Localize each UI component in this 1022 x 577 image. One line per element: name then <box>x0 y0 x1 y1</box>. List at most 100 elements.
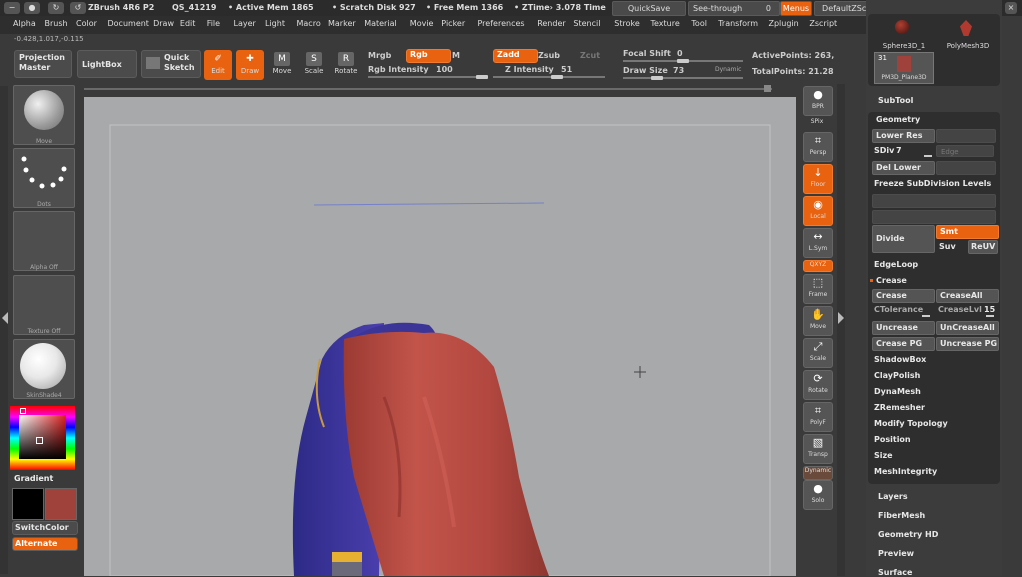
canvas-resize-handle[interactable] <box>764 85 771 92</box>
fibermesh-section[interactable]: FiberMesh <box>878 511 925 520</box>
minimize-button[interactable]: − <box>4 2 20 14</box>
uncrease-button[interactable]: Uncrease <box>872 321 935 335</box>
tool-thumb-plane[interactable]: 31 PM3D_Plane3D <box>874 52 934 84</box>
size-section[interactable]: Size <box>874 451 893 460</box>
expand-tray-icon[interactable] <box>2 312 8 324</box>
collapse-tray-icon[interactable] <box>838 312 844 324</box>
right-tray-handle[interactable] <box>837 84 845 576</box>
convert-bpr-button[interactable] <box>872 210 996 224</box>
menu-texture[interactable]: Texture <box>651 19 680 28</box>
scale-tool-button[interactable]: S Scale <box>300 50 328 80</box>
menu-stencil[interactable]: Stencil <box>573 19 600 28</box>
canvas-scrollbar[interactable] <box>84 88 772 90</box>
zadd-button[interactable]: Zadd <box>493 49 538 63</box>
spix-view-button[interactable]: SPix <box>803 118 831 130</box>
redo-button[interactable]: ↺ <box>70 2 86 14</box>
see-through-slider[interactable]: See-through 0 <box>688 1 780 16</box>
local-view-button[interactable]: ◉ Local <box>803 196 833 226</box>
lightbox-button[interactable]: LightBox <box>77 50 137 78</box>
solo-view-button[interactable]: ● Solo <box>803 480 833 510</box>
crease-lvl-slider[interactable] <box>986 315 994 317</box>
persp-view-button[interactable]: ⌗ Persp <box>803 132 833 162</box>
del-lower-button[interactable]: Del Lower <box>872 161 935 175</box>
menu-layer[interactable]: Layer <box>234 19 256 28</box>
dynamic-button[interactable]: Dynamic <box>715 66 741 73</box>
quicksave-button[interactable]: QuickSave <box>612 1 686 16</box>
bpr-view-button[interactable]: ● BPR <box>803 86 833 116</box>
rgb-intensity-slider[interactable] <box>368 75 488 79</box>
menu-light[interactable]: Light <box>265 19 285 28</box>
menu-zscript[interactable]: Zscript <box>809 19 837 28</box>
rgb-button[interactable]: Rgb <box>406 49 451 63</box>
menu-preferences[interactable]: Preferences <box>478 19 525 28</box>
secondary-color-swatch[interactable] <box>45 488 77 520</box>
uncrease-all-button[interactable]: UnCreaseAll <box>936 321 999 335</box>
zsub-button[interactable]: Zsub <box>538 51 560 60</box>
rotate-tool-button[interactable]: R Rotate <box>332 50 360 80</box>
rgb-intensity-knob[interactable] <box>476 75 488 79</box>
menu-draw[interactable]: Draw <box>153 19 174 28</box>
geometry-hd-section[interactable]: Geometry HD <box>878 530 938 539</box>
frame-view-button[interactable]: ⬚ Frame <box>803 274 833 304</box>
crease-section[interactable]: Crease <box>876 276 907 285</box>
polyf-view-button[interactable]: ⌗ PolyF <box>803 402 833 432</box>
layers-section[interactable]: Layers <box>878 492 908 501</box>
sdiv-slider[interactable] <box>924 155 932 157</box>
document-canvas[interactable] <box>84 97 796 576</box>
freeze-subdivision-button[interactable]: Freeze SubDivision Levels <box>874 179 991 188</box>
menu-file[interactable]: File <box>207 19 220 28</box>
texture-selector[interactable]: Texture Off <box>13 275 75 335</box>
draw-tool-button[interactable]: ✚ Draw <box>236 50 264 80</box>
stroke-selector[interactable]: Dots <box>13 148 75 208</box>
modify-topology-section[interactable]: Modify Topology <box>874 419 948 428</box>
brush-selector[interactable]: Move <box>13 85 75 145</box>
menu-brush[interactable]: Brush <box>45 19 68 28</box>
scale-view-button[interactable]: ⤢ Scale <box>803 338 833 368</box>
floor-view-button[interactable]: ↓ Floor <box>803 164 833 194</box>
menus-button[interactable]: Menus <box>780 1 812 16</box>
switchcolor-button[interactable]: SwitchColor <box>12 521 78 535</box>
claypolish-section[interactable]: ClayPolish <box>874 371 920 380</box>
menu-zplugin[interactable]: Zplugin <box>769 19 799 28</box>
higher-res-button[interactable] <box>936 129 996 143</box>
edgeloop-section[interactable]: EdgeLoop <box>874 260 918 269</box>
smt-toggle[interactable]: Smt <box>936 225 999 239</box>
menu-transform[interactable]: Transform <box>718 19 758 28</box>
draw-size-slider[interactable] <box>623 76 743 80</box>
meshintegrity-section[interactable]: MeshIntegrity <box>874 467 937 476</box>
z-intensity-slider[interactable] <box>493 75 605 79</box>
dynamic-view-button[interactable]: Dynamic <box>803 466 833 480</box>
projection-master-button[interactable]: Projection Master <box>14 50 72 78</box>
alternate-button[interactable]: Alternate <box>12 537 78 551</box>
shadowbox-section[interactable]: ShadowBox <box>874 355 926 364</box>
menu-alpha[interactable]: Alpha <box>13 19 36 28</box>
menu-document[interactable]: Document <box>108 19 149 28</box>
menu-button[interactable]: ● <box>24 2 40 14</box>
zcut-button[interactable]: Zcut <box>580 51 600 60</box>
crease-pg-button[interactable]: Crease PG <box>872 337 935 351</box>
ctolerance-slider[interactable] <box>922 315 930 317</box>
menu-edit[interactable]: Edit <box>180 19 196 28</box>
menu-macro[interactable]: Macro <box>297 19 321 28</box>
menu-picker[interactable]: Picker <box>441 19 465 28</box>
left-tray-handle[interactable] <box>0 86 8 574</box>
close-icon[interactable]: × <box>1005 2 1017 14</box>
focal-shift-knob[interactable] <box>677 59 689 63</box>
draw-size-knob[interactable] <box>651 76 663 80</box>
material-selector[interactable]: SkinShade4 <box>13 339 75 399</box>
menu-movie[interactable]: Movie <box>410 19 434 28</box>
zremesher-section[interactable]: ZRemesher <box>874 403 925 412</box>
menu-material[interactable]: Material <box>364 19 397 28</box>
menu-marker[interactable]: Marker <box>328 19 356 28</box>
lsym-view-button[interactable]: ↔ L.Sym <box>803 228 833 258</box>
alpha-selector[interactable]: Alpha Off <box>13 211 75 271</box>
menu-stroke[interactable]: Stroke <box>614 19 640 28</box>
move-view-button[interactable]: ✋ Move <box>803 306 833 336</box>
divide-button[interactable]: Divide <box>872 225 935 253</box>
qxyz-view-button[interactable]: QXYZ <box>803 260 833 272</box>
geometry-section[interactable]: Geometry <box>876 115 920 124</box>
uncrease-pg-button[interactable]: Uncrease PG <box>936 337 999 351</box>
z-intensity-knob[interactable] <box>551 75 563 79</box>
m-button[interactable]: M <box>452 51 460 60</box>
subtool-section[interactable]: SubTool <box>878 96 913 105</box>
